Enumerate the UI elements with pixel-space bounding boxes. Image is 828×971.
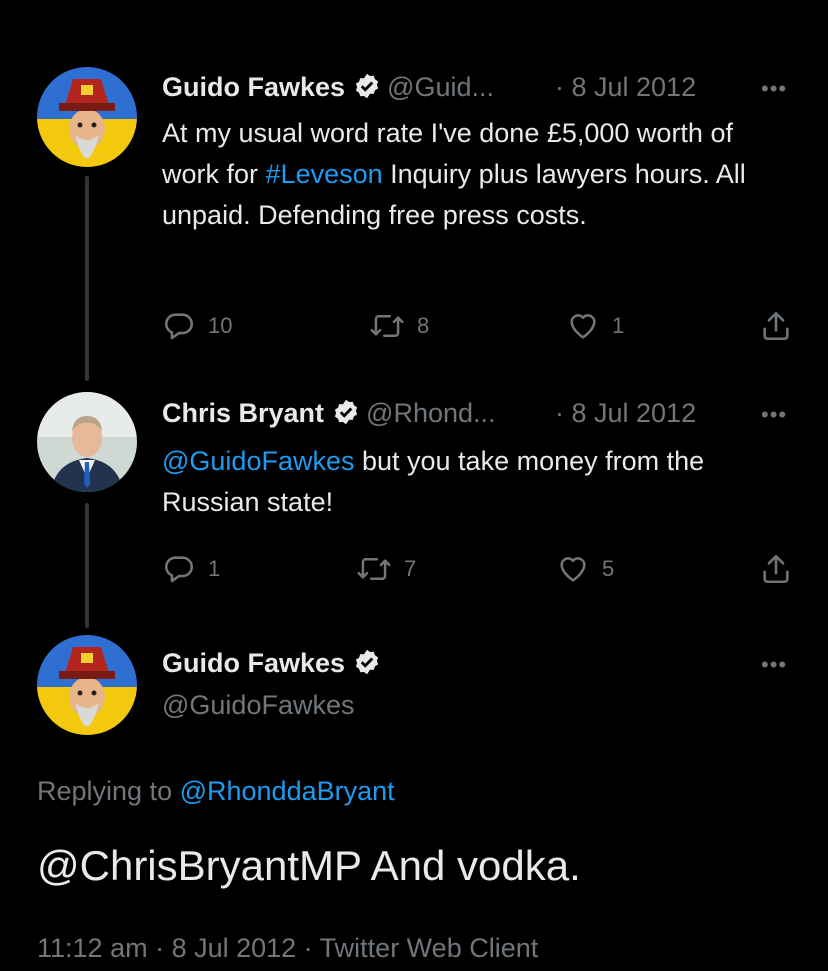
like-count: 5: [602, 556, 615, 581]
tweet-body: @GuidoFawkes but you take money from the…: [162, 446, 712, 517]
reply-count: 10: [208, 313, 233, 338]
replying-to-link[interactable]: @RhonddaBryant: [180, 776, 395, 806]
chris-bryant-avatar-image: [37, 392, 137, 492]
avatar[interactable]: [37, 392, 137, 492]
retweet-icon: [357, 558, 391, 580]
user-handle[interactable]: @GuidoFawkes: [162, 690, 354, 721]
retweet-count: 7: [404, 556, 417, 581]
like-button[interactable]: 5: [556, 552, 614, 586]
replying-to: Replying to @RhonddaBryant: [37, 776, 395, 806]
verified-badge-icon: [353, 72, 381, 105]
display-name[interactable]: Guido Fawkes: [162, 648, 345, 678]
tweet-header: Chris Bryant @Rhond...: [162, 398, 496, 431]
tweet-timestamp[interactable]: 11:12 am · 8 Jul 2012 · Twitter Web Clie…: [37, 933, 538, 964]
like-button[interactable]: 1: [566, 309, 624, 343]
heart-icon: [570, 314, 596, 339]
retweet-button[interactable]: 8: [369, 309, 429, 343]
user-handle[interactable]: @Guid...: [387, 72, 494, 102]
retweet-count: 8: [417, 313, 430, 338]
reply-button[interactable]: 10: [162, 309, 232, 343]
reply-icon: [165, 313, 194, 340]
retweet-button[interactable]: 7: [356, 552, 416, 586]
tweet-date[interactable]: · 8 Jul 2012: [555, 398, 696, 429]
mention-link[interactable]: @GuidoFawkes: [162, 446, 354, 476]
tweet-header: Guido Fawkes: [162, 648, 387, 681]
display-name[interactable]: Guido Fawkes: [162, 72, 345, 102]
avatar[interactable]: [37, 67, 137, 167]
tweet-body: At my usual word rate I've done £5,000 w…: [162, 118, 754, 230]
thread-line: [85, 176, 89, 381]
verified-badge-icon: [332, 398, 360, 431]
like-count: 1: [612, 313, 625, 338]
reply-count: 1: [208, 556, 221, 581]
reply-icon: [165, 556, 194, 583]
thread-line: [85, 503, 89, 628]
more-options-icon[interactable]: •••: [761, 402, 787, 428]
guido-avatar-image: [37, 635, 137, 735]
guido-avatar-image: [37, 67, 137, 167]
user-handle[interactable]: @Rhond...: [366, 398, 495, 428]
more-options-icon[interactable]: •••: [761, 76, 787, 102]
share-icon: [763, 554, 789, 584]
main-tweet-text: @ChrisBryantMP And vodka.: [37, 842, 581, 889]
display-name[interactable]: Chris Bryant: [162, 398, 324, 428]
heart-icon: [560, 557, 586, 582]
avatar[interactable]: [37, 635, 137, 735]
tweet-date[interactable]: · 8 Jul 2012: [555, 72, 696, 103]
tweet-header: Guido Fawkes @Guid...: [162, 72, 494, 105]
retweet-icon: [370, 315, 404, 337]
share-icon: [763, 311, 789, 341]
verified-badge-icon: [353, 648, 381, 681]
reply-button[interactable]: 1: [162, 552, 220, 586]
share-button[interactable]: [759, 552, 805, 586]
hashtag-link[interactable]: #Leveson: [266, 159, 383, 189]
share-button[interactable]: [759, 309, 805, 343]
more-options-icon[interactable]: •••: [761, 652, 787, 678]
